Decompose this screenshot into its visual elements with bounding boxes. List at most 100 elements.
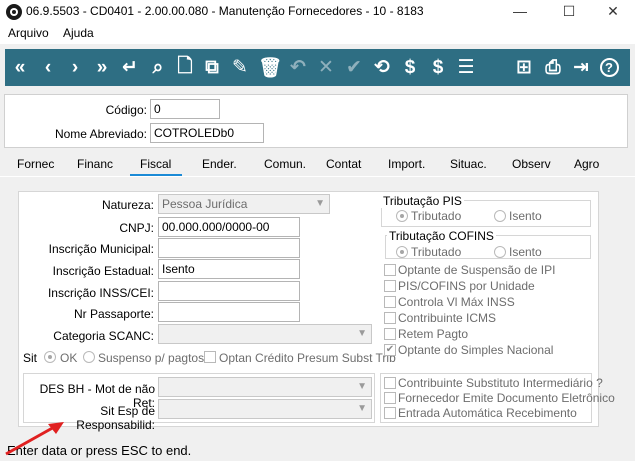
chevron-down-icon: ▼: [315, 198, 325, 209]
sit-suspenso-label: Suspenso p/ pagtos: [98, 351, 205, 365]
next-record-button[interactable]: ›: [62, 49, 88, 86]
fiscal-option-checkbox-2[interactable]: [384, 296, 396, 308]
fiscal-option-checkbox-0[interactable]: [384, 264, 396, 276]
tab-fornec[interactable]: Fornec: [17, 157, 54, 171]
tributacao-pis-title: Tributação PIS: [381, 194, 464, 208]
cnpj-field[interactable]: 00.000.000/0000-00: [158, 217, 300, 237]
passaporte-label: Nr Passaporte:: [73, 307, 154, 321]
fiscal-option-checkbox-5[interactable]: ✔: [384, 344, 396, 356]
pis-isento-label: Isento: [509, 209, 542, 223]
tab-import[interactable]: Import.: [388, 157, 425, 171]
last-record-button[interactable]: »: [89, 49, 115, 86]
optan-credito-checkbox[interactable]: [204, 351, 216, 363]
copy-icon: ⧉: [205, 56, 219, 78]
search-icon: ⌕: [152, 56, 164, 78]
red-arrow-icon: [5, 422, 64, 456]
chevron-down-icon: ▼: [357, 328, 367, 339]
toolbar: « ‹ › » ↵ ⌕ 🗋 ⧉ ✎ 🗑 ↶ ✕ ✔ ⟲ $ $ ☰ ⊞ ⎙ ⇥ …: [5, 49, 630, 86]
substituto-option-label-2: Entrada Automática Recebimento: [398, 406, 577, 420]
fiscal-option-label-3: Contribuinte ICMS: [398, 311, 497, 325]
financial-button[interactable]: $: [397, 49, 423, 86]
optan-credito-label: Optan Crédito Presum Subst Trib: [219, 351, 396, 365]
pis-tributado-radio[interactable]: [396, 210, 408, 222]
maximize-button[interactable]: ☐: [546, 0, 592, 24]
goto-button[interactable]: ↵: [117, 49, 143, 86]
substituto-option-checkbox-0[interactable]: [384, 377, 396, 389]
window-title: 06.9.5503 - CD0401 - 2.00.00.080 - Manut…: [26, 4, 424, 18]
cancel-icon: ✕: [318, 57, 334, 78]
cancel-button[interactable]: ✕: [313, 49, 339, 86]
tab-ender[interactable]: Ender.: [202, 157, 237, 171]
menu-arquivo[interactable]: Arquivo: [8, 26, 49, 40]
tab-financ[interactable]: Financ: [77, 157, 113, 171]
fiscal-option-checkbox-4[interactable]: [384, 328, 396, 340]
delete-button[interactable]: 🗑: [257, 49, 283, 86]
first-icon: «: [14, 56, 26, 78]
print-button[interactable]: ⎙: [540, 49, 566, 86]
cofins-isento-label: Isento: [509, 245, 542, 259]
sit-ok-radio[interactable]: [44, 351, 56, 363]
substituto-option-checkbox-1[interactable]: [384, 392, 396, 404]
minimize-button[interactable]: —: [497, 0, 543, 24]
categoria-scanc-label: Categoria SCANC:: [53, 329, 154, 343]
categoria-scanc-select[interactable]: ▼: [158, 324, 372, 344]
passaporte-field[interactable]: [158, 302, 300, 322]
tab-situac[interactable]: Situac.: [450, 157, 487, 171]
des-bh-select[interactable]: ▼: [158, 377, 372, 397]
inscricao-inss-field[interactable]: [158, 281, 300, 301]
first-record-button[interactable]: «: [7, 49, 33, 86]
sit-esp-select[interactable]: ▼: [158, 399, 372, 419]
inscricao-municipal-field[interactable]: [158, 238, 300, 258]
cofins-isento-radio[interactable]: [494, 246, 506, 258]
copy-button[interactable]: ⧉: [199, 49, 225, 86]
chevron-down-icon: ▼: [357, 403, 367, 414]
close-button[interactable]: ✕: [590, 0, 635, 24]
tab-observ[interactable]: Observ: [512, 157, 551, 171]
substituto-option-checkbox-2[interactable]: [384, 407, 396, 419]
exit-button[interactable]: ⇥: [568, 49, 594, 86]
confirm-icon: ✔: [346, 57, 362, 78]
list-check-button[interactable]: ☰: [453, 49, 479, 86]
hierarchy-button[interactable]: ⊞: [511, 49, 537, 86]
substituto-option-label-1: Fornecedor Emite Documento Eletrônico: [398, 391, 615, 405]
tab-fiscal[interactable]: Fiscal: [140, 157, 171, 171]
tab-contat[interactable]: Contat: [326, 157, 361, 171]
cofins-tributado-radio[interactable]: [396, 246, 408, 258]
nome-abreviado-label: Nome Abreviado:: [54, 127, 147, 141]
previous-icon: ‹: [44, 56, 52, 78]
exit-icon: ⇥: [573, 57, 589, 78]
inscricao-estadual-field[interactable]: Isento: [158, 259, 300, 279]
codigo-field[interactable]: 0: [150, 99, 220, 119]
undo-button[interactable]: ↶: [285, 49, 311, 86]
undo-icon: ↶: [290, 57, 306, 78]
previous-record-button[interactable]: ‹: [35, 49, 61, 86]
tributacao-cofins-title: Tributação COFINS: [387, 229, 496, 243]
pis-isento-radio[interactable]: [494, 210, 506, 222]
confirm-button[interactable]: ✔: [341, 49, 367, 86]
new-button[interactable]: 🗋: [172, 49, 198, 86]
codigo-label: Código:: [105, 103, 147, 117]
cofins-tributado-label: Tributado: [411, 245, 462, 259]
tab-comun[interactable]: Comun.: [264, 157, 306, 171]
help-icon: ?: [599, 58, 619, 77]
edit-button[interactable]: ✎: [227, 49, 253, 86]
dollar-button[interactable]: $: [425, 49, 451, 86]
sit-suspenso-radio[interactable]: [83, 351, 95, 363]
next-icon: ›: [71, 56, 79, 78]
inscricao-inss-label: Inscrição INSS/CEI:: [47, 286, 154, 300]
edit-icon: ✎: [232, 57, 248, 78]
help-button[interactable]: ?: [596, 49, 622, 86]
app-logo-icon: [6, 4, 22, 20]
fiscal-option-label-4: Retem Pagto: [398, 327, 469, 341]
menu-ajuda[interactable]: Ajuda: [63, 26, 94, 40]
natureza-select[interactable]: Pessoa Jurídica ▼: [158, 194, 330, 214]
tab-agro[interactable]: Agro: [574, 157, 599, 171]
nome-abreviado-field[interactable]: COTROLEDb0: [150, 123, 264, 143]
new-icon: 🗋: [177, 55, 193, 77]
search-button[interactable]: ⌕: [145, 49, 171, 86]
fiscal-option-checkbox-1[interactable]: [384, 280, 396, 292]
pis-tributado-label: Tributado: [411, 209, 462, 223]
history-button[interactable]: ⟲: [369, 49, 395, 86]
fiscal-option-checkbox-3[interactable]: [384, 312, 396, 324]
financial-icon: $: [404, 56, 416, 78]
